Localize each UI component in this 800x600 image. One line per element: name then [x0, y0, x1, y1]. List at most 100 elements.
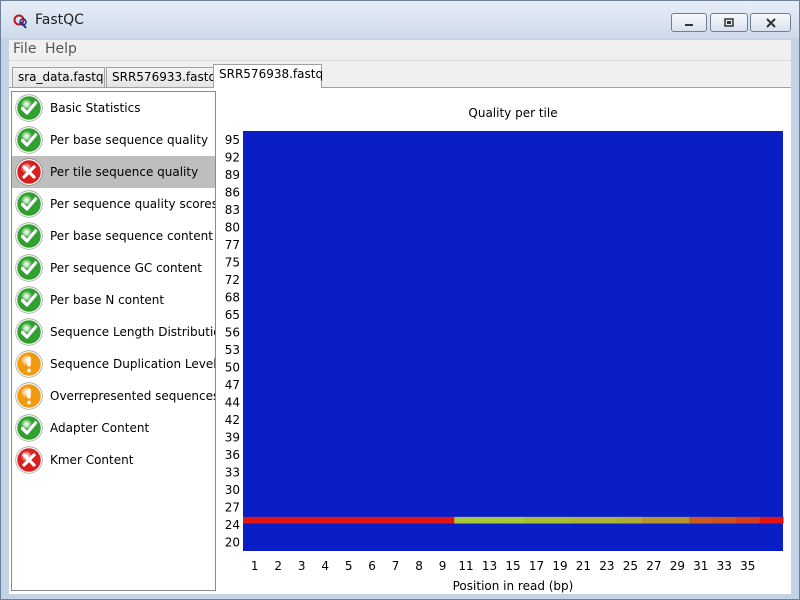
x-tick-label: 17 — [529, 559, 544, 573]
module-list: Basic Statistics Per base sequence qualit… — [11, 91, 216, 591]
heatmap-cell — [477, 516, 502, 524]
module-item[interactable]: Per base sequence content — [12, 220, 215, 252]
y-tick-label: 42 — [225, 413, 240, 427]
y-tick-label: 47 — [225, 378, 240, 392]
heatmap-cell — [266, 516, 291, 524]
x-tick-label: 27 — [646, 559, 661, 573]
heatmap-cell — [665, 516, 690, 524]
heatmap-cell — [759, 516, 784, 524]
warning-icon — [15, 382, 43, 410]
y-tick-label: 30 — [225, 483, 240, 497]
title-bar[interactable]: FastQC — [1, 1, 799, 39]
tab-sra-data[interactable]: sra_data.fastq — [12, 67, 105, 87]
heatmap-cell — [689, 516, 714, 524]
y-tick-label: 33 — [225, 465, 240, 479]
module-item[interactable]: Adapter Content — [12, 412, 215, 444]
x-tick-label: 13 — [482, 559, 497, 573]
heatmap-cell — [313, 516, 338, 524]
fail-cross-icon — [15, 158, 43, 186]
module-item[interactable]: Per sequence quality scores — [12, 188, 215, 220]
module-label: Adapter Content — [50, 421, 150, 435]
pass-check-icon — [15, 318, 43, 346]
heatmap-cell — [571, 516, 596, 524]
fail-cross-icon — [15, 446, 43, 474]
tab-srr576933[interactable]: SRR576933.fastq — [106, 67, 216, 87]
y-tick-label: 44 — [225, 395, 240, 409]
warning-icon — [15, 350, 43, 378]
x-tick-label: 5 — [345, 559, 353, 573]
heatmap-cell — [383, 516, 408, 524]
heatmap-cell — [454, 516, 479, 524]
module-label: Per base sequence content — [50, 229, 213, 243]
heatmap-cell — [360, 516, 385, 524]
minimize-icon — [685, 23, 693, 26]
module-item[interactable]: Sequence Length Distribution — [12, 316, 215, 348]
maximize-button[interactable] — [710, 13, 748, 32]
y-tick-label: 24 — [225, 518, 240, 532]
chart-container: Quality per tile 95 92 89 86 83 80 77 75 72 68 65 56… — [221, 88, 791, 594]
window-title: FastQC — [35, 12, 84, 28]
heatmap-cell — [524, 516, 549, 524]
close-icon — [765, 17, 776, 28]
report-panel: Basic Statistics Per base sequence qualit… — [9, 87, 791, 594]
x-tick-label: 8 — [415, 559, 423, 573]
fastqc-logo-icon — [13, 14, 27, 29]
y-tick-label: 92 — [225, 150, 240, 164]
heatmap-cell — [407, 516, 432, 524]
y-tick-label: 75 — [225, 255, 240, 269]
module-item[interactable]: Per base sequence quality — [12, 124, 215, 156]
app-window: FastQC File Help sra_data.fastq SRR57693… — [0, 0, 800, 600]
y-tick-label: 36 — [225, 448, 240, 462]
module-label: Sequence Length Distribution — [50, 325, 216, 339]
x-tick-label: 1 — [251, 559, 259, 573]
heatmap-cell — [243, 516, 268, 524]
module-label: Per base N content — [50, 293, 165, 307]
close-button[interactable] — [750, 13, 791, 32]
heatmap-cell — [336, 516, 361, 524]
heatmap-cell — [618, 516, 643, 524]
menu-bar: File Help — [9, 40, 791, 61]
menu-file[interactable]: File — [13, 41, 36, 57]
module-label: Per sequence quality scores — [50, 197, 216, 211]
tab-srr576938[interactable]: SRR576938.fastq — [213, 64, 323, 88]
x-tick-label: 15 — [505, 559, 520, 573]
heatmap-cell — [289, 516, 315, 524]
heatmap-background — [243, 131, 783, 551]
y-tick-label: 86 — [225, 185, 240, 199]
x-tick-label: 31 — [693, 559, 708, 573]
heatmap-cell — [712, 516, 737, 524]
module-item[interactable]: Per tile sequence quality — [12, 156, 215, 188]
y-tick-label: 83 — [225, 203, 240, 217]
heatmap-cell — [548, 516, 573, 524]
module-item[interactable]: Per sequence GC content — [12, 252, 215, 284]
pass-check-icon — [15, 94, 43, 122]
menu-help[interactable]: Help — [45, 41, 77, 57]
chart-title: Quality per tile — [468, 106, 557, 120]
module-item[interactable]: Per base N content — [12, 284, 215, 316]
heatmap-cell — [501, 516, 526, 524]
module-label: Per tile sequence quality — [50, 165, 199, 179]
minimize-button[interactable] — [671, 13, 707, 32]
module-item[interactable]: Sequence Duplication Levels — [12, 348, 215, 380]
y-tick-label: 95 — [225, 133, 240, 147]
y-tick-label: 53 — [225, 343, 240, 357]
pass-check-icon — [15, 286, 43, 314]
module-label: Sequence Duplication Levels — [50, 357, 216, 371]
module-label: Per base sequence quality — [50, 133, 209, 147]
pass-check-icon — [15, 222, 43, 250]
heatmap-cell — [430, 516, 455, 524]
maximize-icon — [724, 17, 734, 27]
quality-per-tile-chart: Quality per tile959289868380777572686556… — [225, 106, 784, 593]
module-item[interactable]: Kmer Content — [12, 444, 215, 476]
module-label: Overrepresented sequences — [50, 389, 216, 403]
pass-check-icon — [15, 190, 43, 218]
y-tick-label: 39 — [225, 430, 240, 444]
x-tick-label: 29 — [670, 559, 685, 573]
module-item[interactable]: Basic Statistics — [12, 92, 215, 124]
module-item[interactable]: Overrepresented sequences — [12, 380, 215, 412]
x-tick-label: 3 — [298, 559, 306, 573]
x-tick-label: 9 — [439, 559, 447, 573]
pass-check-icon — [15, 414, 43, 442]
y-tick-label: 68 — [225, 290, 240, 304]
heatmap-cell — [642, 516, 667, 524]
